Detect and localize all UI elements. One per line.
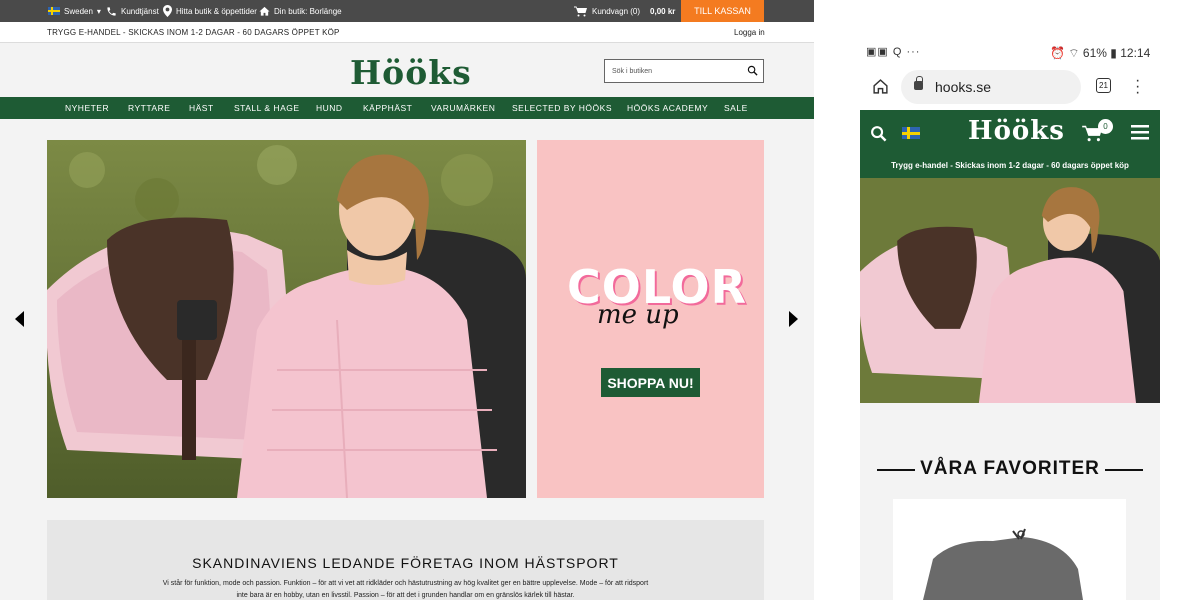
battery-percent: 61% — [1082, 46, 1107, 60]
hero-image[interactable] — [47, 140, 526, 498]
url-text: hooks.se — [935, 79, 992, 95]
desktop-site: Sweden ▾ Kundtjänst Hitta butik & öppett… — [0, 0, 814, 600]
my-store-label: Din butik: Borlänge — [274, 6, 342, 16]
alarm-icon: ⏰ — [1050, 46, 1065, 60]
promo-bar: TRYGG E-HANDEL - SKICKAS INOM 1-2 DAGAR … — [0, 22, 814, 43]
home-icon — [259, 6, 270, 16]
main-nav: NYHETER RYTTARE HÄST STALL & HAGE HUND K… — [0, 97, 814, 119]
status-bar: ▣▣ Q ··· ⏰ ⌔ 61% ▮ 12:14 — [860, 42, 1200, 64]
sweden-flag-icon — [48, 7, 60, 15]
nav-item-kapphast[interactable]: KÄPPHÄST — [363, 103, 412, 113]
favorites-section: VÅRA FAVORITER — [860, 403, 1160, 600]
nav-item-hund[interactable]: HUND — [316, 103, 343, 113]
find-store-link[interactable]: Hitta butik & öppettider — [163, 0, 257, 22]
status-right: ⏰ ⌔ 61% ▮ 12:14 — [1050, 46, 1150, 61]
checkout-button[interactable]: TILL KASSAN — [681, 0, 764, 22]
search-icon[interactable] — [747, 65, 758, 76]
login-link[interactable]: Logga in — [734, 28, 765, 37]
home-icon[interactable] — [872, 78, 889, 95]
nav-item-selected[interactable]: SELECTED BY HÖÖKS — [512, 103, 612, 113]
browser-toolbar: hooks.se 21 · · · — [860, 66, 1160, 108]
battery-icon: ▮ — [1110, 46, 1117, 60]
hooks-logo[interactable]: Hööks — [350, 53, 472, 92]
gap — [814, 0, 860, 600]
mobile-screenshot: ▣▣ Q ··· ⏰ ⌔ 61% ▮ 12:14 hooks.se 21 · · ·… — [860, 0, 1200, 600]
promo-script-text: me up — [597, 300, 679, 330]
mobile-hero-image[interactable] — [860, 178, 1160, 403]
carousel-next-arrow-icon[interactable] — [789, 311, 798, 327]
color-me-up-banner[interactable]: COLOR me up SHOPPA NU! — [537, 140, 764, 498]
hamburger-menu-icon[interactable] — [1131, 124, 1149, 140]
cart-count-badge: 0 — [1098, 119, 1113, 134]
product-card[interactable] — [893, 499, 1126, 600]
cart-total: 0,00 kr — [650, 6, 676, 16]
notification-icons: ▣▣ Q ··· — [866, 46, 921, 58]
sweden-flag-icon[interactable] — [902, 127, 920, 139]
product-image — [923, 528, 1083, 600]
top-utility-bar: Sweden ▾ Kundtjänst Hitta butik & öppett… — [0, 0, 814, 22]
hooks-logo[interactable]: Hööks — [968, 116, 1065, 146]
customer-service-link[interactable]: Kundtjänst — [106, 0, 159, 22]
country-selector[interactable]: Sweden ▾ — [48, 0, 101, 22]
phone-icon — [107, 6, 116, 16]
more-menu-icon[interactable]: · · · — [1135, 73, 1140, 101]
cart-icon — [574, 6, 587, 16]
nav-item-ryttare[interactable]: RYTTARE — [128, 103, 170, 113]
wifi-icon: ⌔ — [1068, 46, 1080, 60]
location-pin-icon — [163, 5, 172, 17]
promo-text: TRYGG E-HANDEL - SKICKAS INOM 1-2 DAGAR … — [47, 28, 340, 37]
mobile-promo-bar: Trygg e-handel - Skickas inom 1-2 dagar … — [860, 156, 1160, 178]
country-label: Sweden — [64, 6, 93, 16]
clock: 12:14 — [1120, 46, 1151, 60]
about-section: SKANDINAVIENS LEDANDE FÖRETAG INOM HÄSTS… — [47, 520, 764, 600]
mobile-hero-photo — [860, 178, 1160, 403]
nav-item-sale[interactable]: SALE — [724, 103, 748, 113]
address-bar[interactable]: hooks.se — [901, 70, 1081, 104]
nav-item-hast[interactable]: HÄST — [189, 103, 214, 113]
find-store-label: Hitta butik & öppettider — [176, 6, 257, 16]
divider-right — [1105, 469, 1143, 471]
carousel-prev-arrow-icon[interactable] — [15, 311, 24, 327]
cart-link[interactable]: Kundvagn (0) 0,00 kr — [574, 0, 675, 22]
my-store-link[interactable]: Din butik: Borlänge — [259, 0, 342, 22]
about-title: SKANDINAVIENS LEDANDE FÖRETAG INOM HÄSTS… — [192, 555, 619, 571]
nav-item-nyheter[interactable]: NYHETER — [65, 103, 109, 113]
search-placeholder: Sök i butiken — [612, 68, 653, 75]
tab-count-button[interactable]: 21 — [1096, 78, 1111, 93]
cart-label: Kundvagn (0) — [592, 6, 641, 16]
site-header: Hööks Sök i butiken — [0, 43, 814, 97]
nav-item-stall-hage[interactable]: STALL & HAGE — [234, 103, 300, 113]
shop-now-button[interactable]: SHOPPA NU! — [601, 368, 700, 397]
nav-item-academy[interactable]: HÖÖKS ACADEMY — [627, 103, 708, 113]
nav-item-varumarken[interactable]: VARUMÄRKEN — [431, 103, 495, 113]
hero-photo — [47, 140, 526, 498]
caret-down-icon: ▾ — [96, 6, 101, 16]
search-input[interactable]: Sök i butiken — [604, 59, 764, 83]
customer-service-label: Kundtjänst — [121, 6, 159, 16]
mobile-header: Hööks 0 — [860, 110, 1160, 156]
about-body: Vi står för funktion, mode och passion. … — [162, 580, 649, 599]
lock-icon — [914, 76, 923, 90]
search-icon[interactable] — [870, 125, 887, 142]
